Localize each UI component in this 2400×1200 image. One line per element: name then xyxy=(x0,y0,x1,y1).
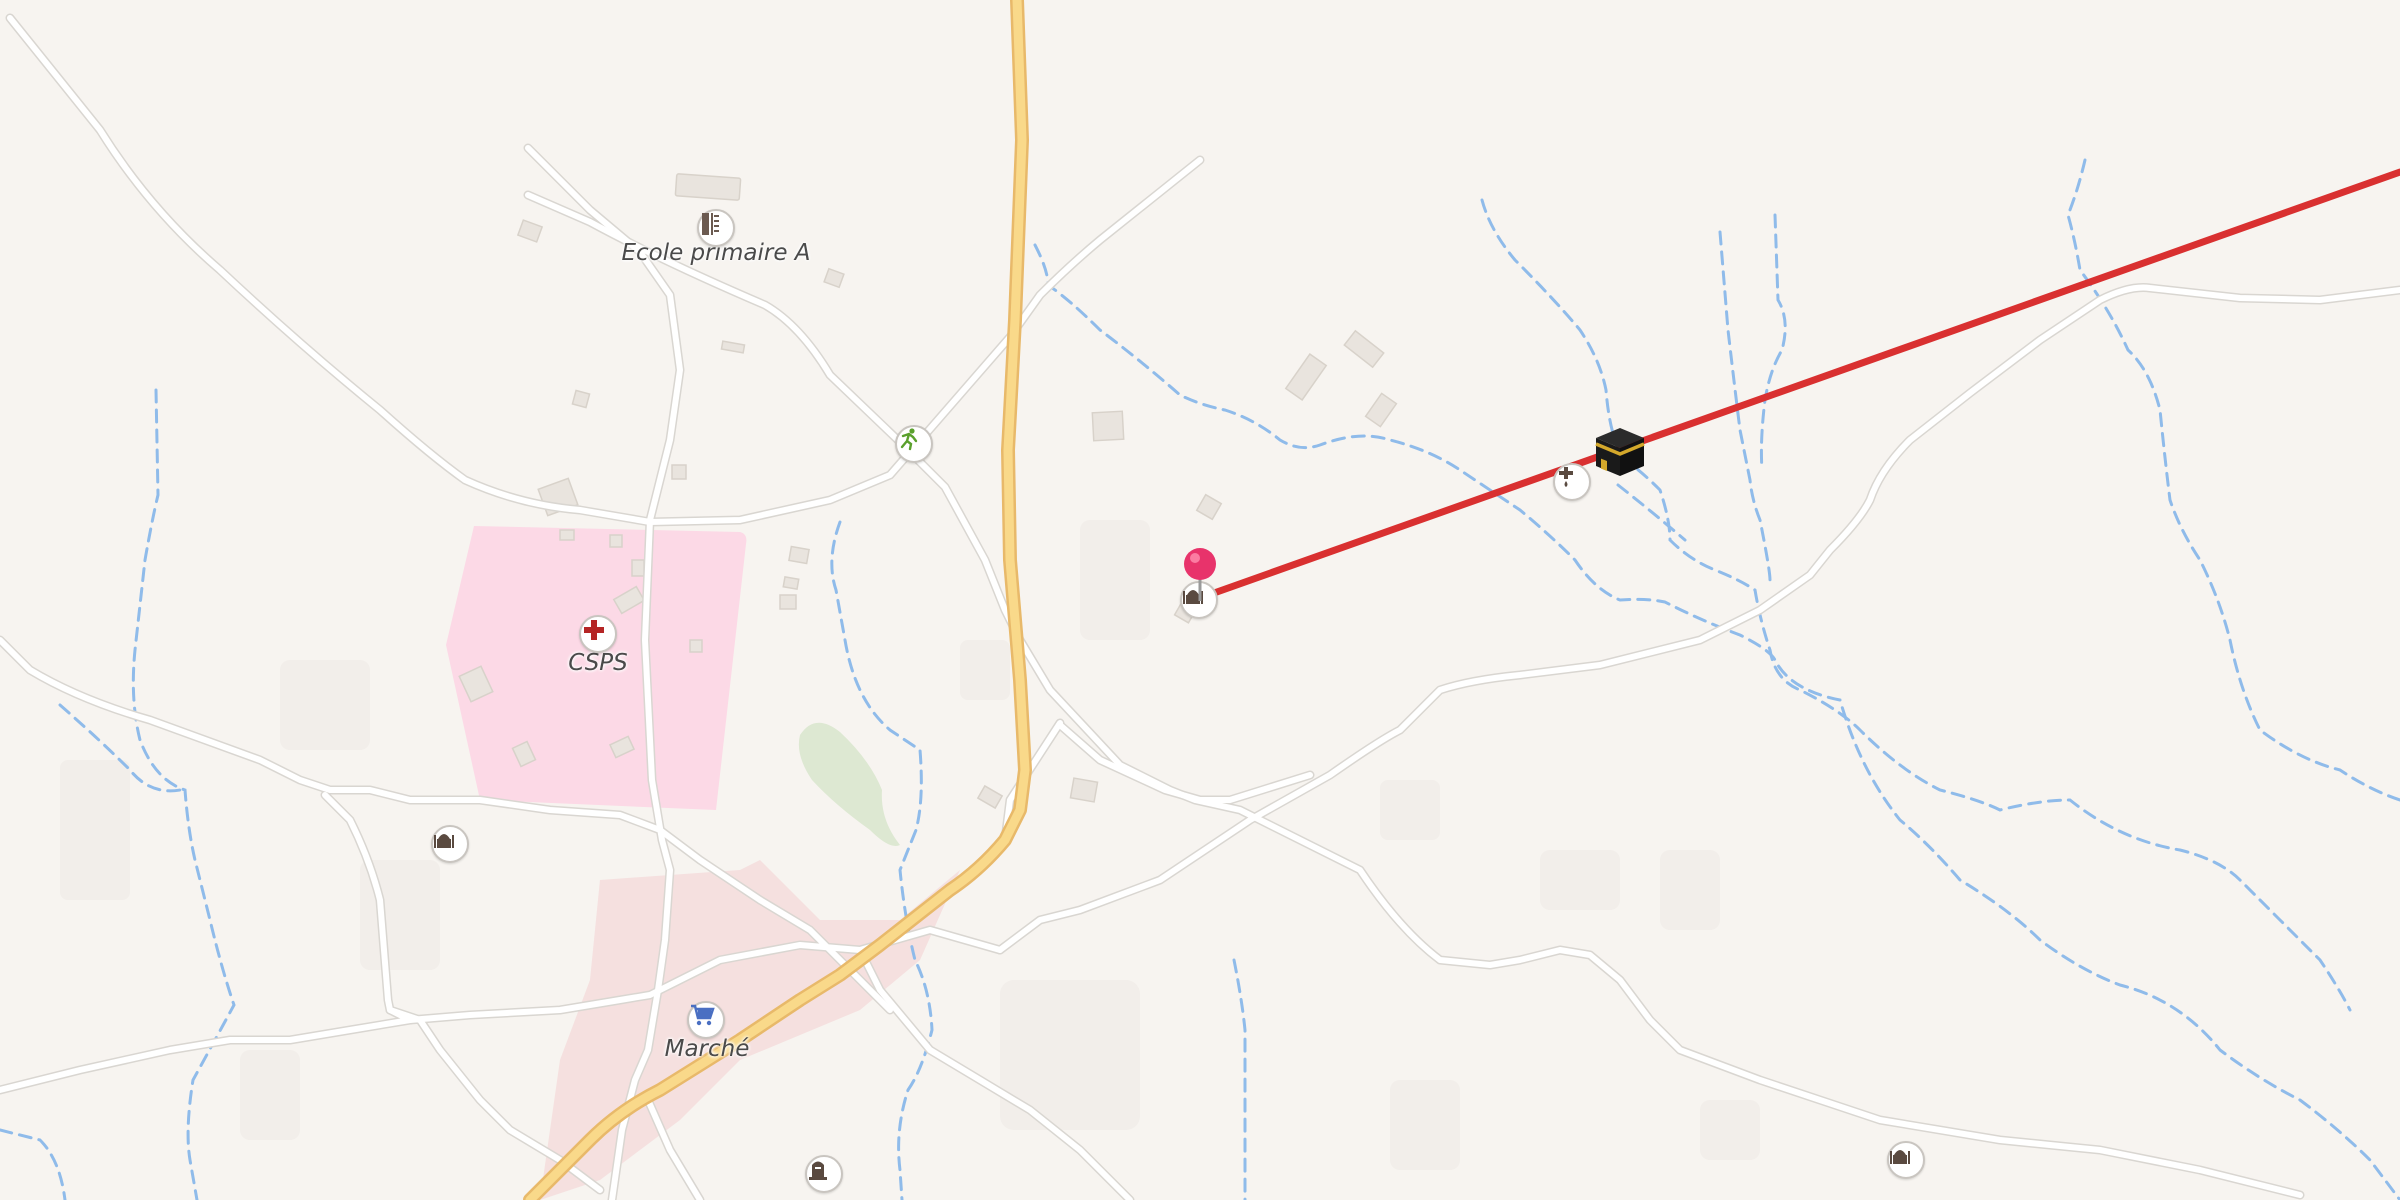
kaaba-icon[interactable] xyxy=(1592,424,1648,480)
qibla-direction-line xyxy=(1196,168,2400,602)
shopping-cart-icon[interactable] xyxy=(687,1001,725,1039)
market-label: Marché xyxy=(664,1036,750,1062)
park-area xyxy=(798,722,900,846)
school-icon[interactable] xyxy=(697,209,735,247)
mosque-icon[interactable] xyxy=(431,825,469,863)
grave-icon[interactable] xyxy=(805,1155,843,1193)
mosque-icon[interactable] xyxy=(1887,1141,1925,1179)
health-center-label: CSPS xyxy=(568,650,628,676)
water-tap-icon[interactable] xyxy=(1553,463,1591,501)
location-pin-icon[interactable] xyxy=(1182,546,1218,602)
health-cross-icon[interactable] xyxy=(579,615,617,653)
running-person-icon[interactable] xyxy=(895,425,933,463)
landuse-patches xyxy=(60,520,1760,1170)
map-view[interactable]: Ecole primaire A CSPS Marché xyxy=(0,0,2400,1200)
